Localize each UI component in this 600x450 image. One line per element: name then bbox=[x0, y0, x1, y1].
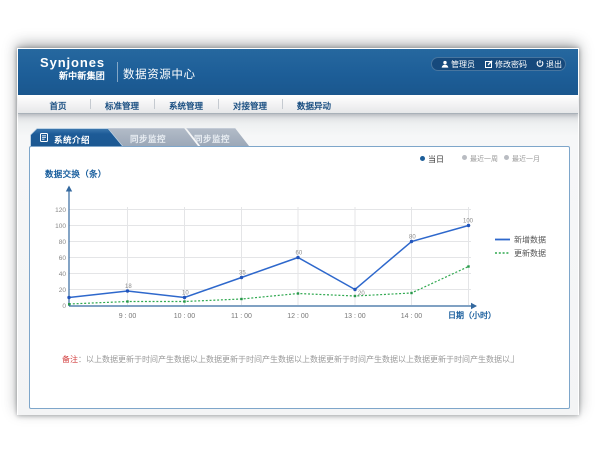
svg-text:14 : 00: 14 : 00 bbox=[401, 313, 423, 320]
svg-text:35: 35 bbox=[239, 270, 246, 276]
svg-text:更新数据: 更新数据 bbox=[514, 248, 546, 258]
svg-text:18: 18 bbox=[125, 284, 132, 290]
svg-text:新增数据: 新增数据 bbox=[514, 234, 546, 244]
svg-text:60: 60 bbox=[296, 250, 303, 256]
svg-text:120: 120 bbox=[55, 207, 66, 214]
svg-text:日期（小时）: 日期（小时） bbox=[448, 310, 496, 320]
svg-text:80: 80 bbox=[59, 239, 67, 246]
svg-text:10: 10 bbox=[182, 290, 189, 296]
svg-text:0: 0 bbox=[62, 303, 66, 310]
svg-text:80: 80 bbox=[409, 234, 416, 240]
svg-text:100: 100 bbox=[463, 218, 474, 224]
svg-text:40: 40 bbox=[59, 271, 67, 278]
svg-text:60: 60 bbox=[59, 255, 67, 262]
svg-text:9 : 00: 9 : 00 bbox=[119, 313, 137, 320]
svg-text:12 : 00: 12 : 00 bbox=[287, 313, 309, 320]
svg-text:10 : 00: 10 : 00 bbox=[174, 313, 196, 320]
svg-text:13 : 00: 13 : 00 bbox=[344, 313, 366, 320]
svg-text:20: 20 bbox=[59, 287, 67, 294]
svg-text:20: 20 bbox=[358, 291, 365, 297]
svg-text:11 : 00: 11 : 00 bbox=[231, 313, 252, 320]
svg-text:100: 100 bbox=[55, 223, 66, 230]
